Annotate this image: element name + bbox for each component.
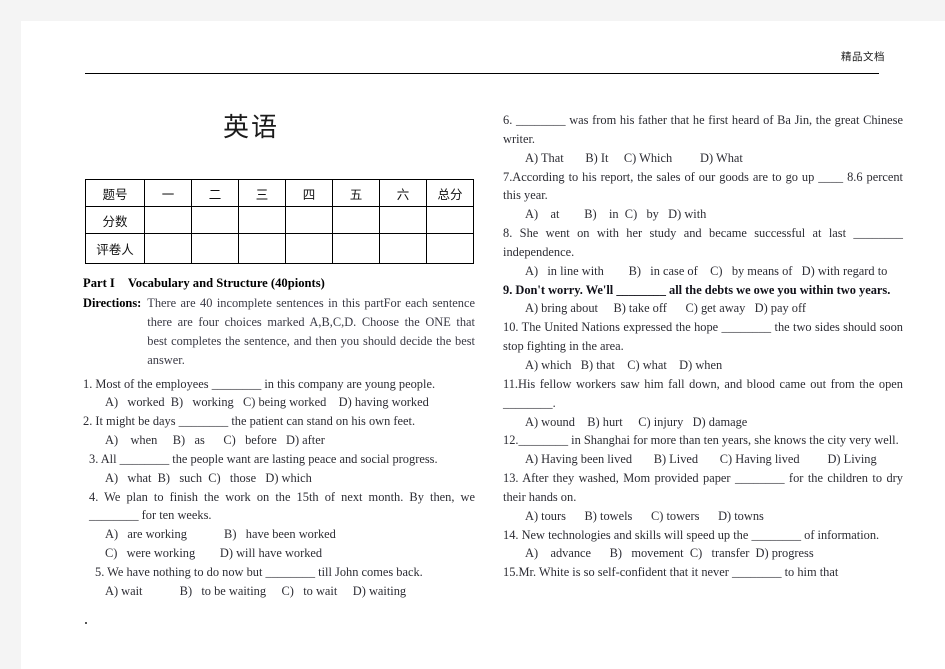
table-cell[interactable] bbox=[191, 206, 239, 234]
table-cell[interactable] bbox=[144, 206, 192, 234]
table-cell[interactable] bbox=[238, 233, 286, 264]
table-cell[interactable] bbox=[144, 233, 192, 264]
table-cell[interactable] bbox=[426, 206, 474, 234]
document-page: 精品文档 英语 题号 一 二 三 四 五 六 总分 分数 评卷人 Part I … bbox=[21, 21, 945, 669]
question-options[interactable]: A) Having been lived B) Lived C) Having … bbox=[503, 450, 903, 469]
directions-block: Directions: There are 40 incomplete sent… bbox=[83, 294, 475, 369]
table-row-label: 题号 bbox=[85, 179, 145, 207]
question-options[interactable]: A) which B) that C) what D) when bbox=[503, 356, 903, 375]
table-cell: 五 bbox=[332, 179, 380, 207]
question-stem: 2. It might be days ________ the patient… bbox=[83, 414, 416, 429]
part-number: Part I bbox=[83, 276, 115, 290]
question-options[interactable]: A) are working B) have been worked bbox=[83, 525, 475, 544]
part-title: Vocabulary and Structure (40pionts) bbox=[127, 276, 325, 290]
question-options[interactable]: A) wait B) to be waiting C) to wait D) w… bbox=[83, 582, 475, 601]
table-cell: 六 bbox=[379, 179, 427, 207]
header-divider-rule bbox=[85, 73, 879, 74]
table-row-label: 评卷人 bbox=[85, 233, 145, 264]
table-cell[interactable] bbox=[238, 206, 286, 234]
question-options[interactable]: A) advance B) movement C) transfer D) pr… bbox=[503, 544, 903, 563]
question-stem: 11.His fellow workers saw him fall down,… bbox=[503, 376, 903, 410]
table-cell: 总分 bbox=[426, 179, 474, 207]
table-cell[interactable] bbox=[285, 206, 333, 234]
question-stem: 3. All ________ the people want are last… bbox=[89, 451, 438, 466]
question-options[interactable]: A) at B) in C) by D) with bbox=[503, 205, 903, 224]
table-cell: 三 bbox=[238, 179, 286, 207]
table-cell[interactable] bbox=[379, 233, 427, 264]
question-options[interactable]: C) were working D) will have worked bbox=[83, 544, 475, 563]
table-cell[interactable] bbox=[191, 233, 239, 264]
question-options[interactable]: A) bring about B) take off C) get away D… bbox=[503, 299, 903, 318]
table-row: 分数 bbox=[85, 206, 474, 234]
page-header: 精品文档 bbox=[21, 21, 945, 73]
question-stem: 1. Most of the employees ________ in thi… bbox=[83, 376, 436, 391]
question-stem: 7.According to his report, the sales of … bbox=[503, 169, 903, 203]
table-cell: 一 bbox=[144, 179, 192, 207]
question-stem: 15.Mr. White is so self-confident that i… bbox=[503, 565, 839, 580]
question-options[interactable]: A) worked B) working C) being worked D) … bbox=[83, 393, 475, 412]
table-cell[interactable] bbox=[379, 206, 427, 234]
right-text-column: 6. ________ was from his father that he … bbox=[503, 111, 903, 582]
question-stem: 10. The United Nations expressed the hop… bbox=[503, 320, 903, 354]
page-artifact-speck bbox=[85, 622, 87, 624]
question-options[interactable]: A) tours B) towels C) towers D) towns bbox=[503, 507, 903, 526]
question-options[interactable]: A) in line with B) in case of C) by mean… bbox=[503, 262, 903, 281]
question-stem: 5. We have nothing to do now but _______… bbox=[95, 564, 423, 579]
table-cell[interactable] bbox=[332, 233, 380, 264]
question-options[interactable]: A) what B) such C) those D) which bbox=[83, 469, 475, 488]
question-stem: 12.________ in Shanghai for more than te… bbox=[503, 433, 899, 448]
question-options[interactable]: A) when B) as C) before D) after bbox=[83, 431, 475, 450]
question-stem: 6. ________ was from his father that he … bbox=[503, 113, 903, 146]
question-options[interactable]: A) That B) It C) Which D) What bbox=[503, 149, 903, 168]
table-cell[interactable] bbox=[426, 233, 474, 264]
header-watermark-text: 精品文档 bbox=[841, 51, 885, 63]
question-stem: 9. Don't worry. We'll ________ all the d… bbox=[503, 282, 891, 297]
question-stem: 13. After they washed, Mom provided pape… bbox=[503, 471, 903, 504]
directions-text: There are 40 incomplete sentences in thi… bbox=[147, 296, 475, 367]
table-cell[interactable] bbox=[285, 233, 333, 264]
table-row-label: 分数 bbox=[85, 206, 145, 234]
question-stem: 8. She went on with her study and became… bbox=[503, 226, 903, 259]
page-title: 英语 bbox=[222, 113, 279, 143]
question-options[interactable]: A) wound B) hurt C) injury D) damage bbox=[503, 413, 903, 432]
directions-label: Directions: bbox=[83, 296, 142, 311]
table-cell[interactable] bbox=[332, 206, 380, 234]
table-row: 题号 一 二 三 四 五 六 总分 bbox=[85, 179, 474, 207]
score-table: 题号 一 二 三 四 五 六 总分 分数 评卷人 bbox=[85, 179, 474, 264]
table-cell: 二 bbox=[191, 179, 239, 207]
question-stem: 4. We plan to finish the work on the 15t… bbox=[89, 489, 475, 523]
table-cell: 四 bbox=[285, 179, 333, 207]
part-heading: Part I Vocabulary and Structure (40pionts… bbox=[83, 274, 475, 293]
left-text-column: Part I Vocabulary and Structure (40pionts… bbox=[83, 274, 475, 601]
question-stem: 14. New technologies and skills will spe… bbox=[503, 527, 880, 542]
table-row: 评卷人 bbox=[85, 233, 474, 264]
